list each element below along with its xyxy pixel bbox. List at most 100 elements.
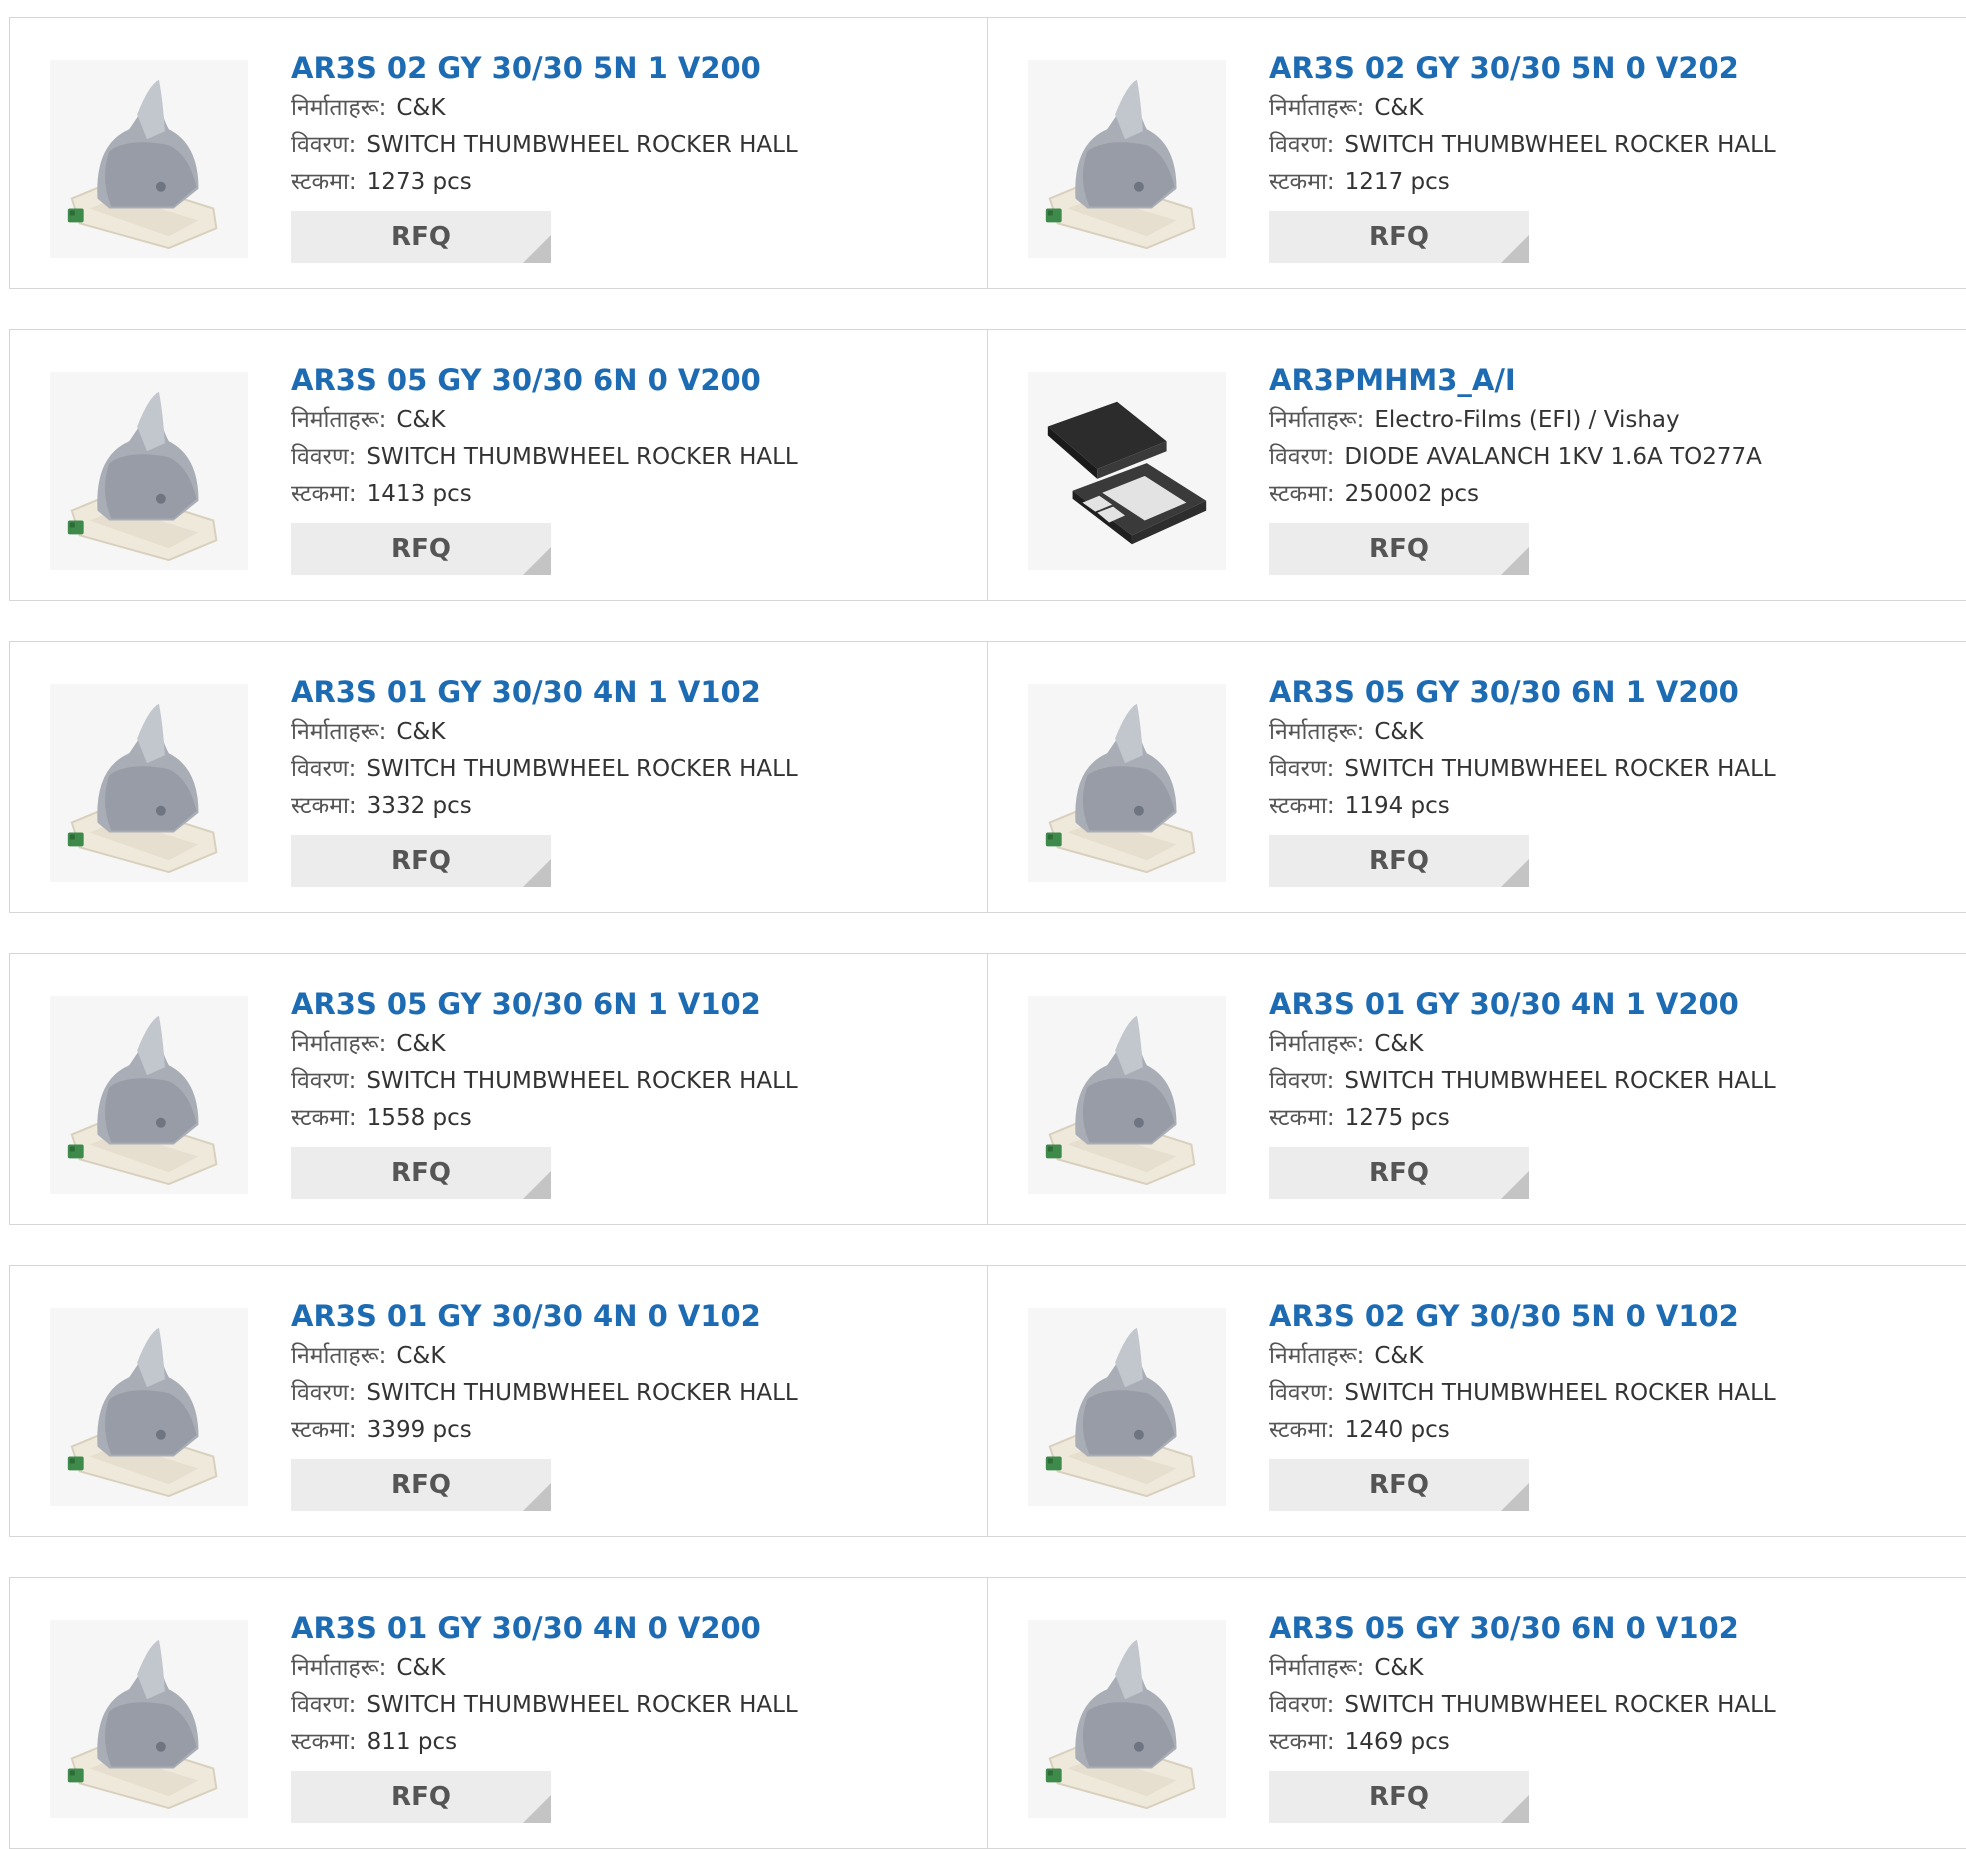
manufacturer-value: C&K xyxy=(1374,95,1424,121)
description-label: विवरण: xyxy=(1269,756,1335,782)
product-name-link[interactable]: AR3S 02 GY 30/30 5N 1 V200 xyxy=(291,46,951,90)
product-image[interactable] xyxy=(50,372,248,570)
product-name-link[interactable]: AR3S 05 GY 30/30 6N 0 V102 xyxy=(1269,1606,1929,1650)
product-name-link[interactable]: AR3S 01 GY 30/30 4N 0 V102 xyxy=(291,1294,951,1338)
description-value: SWITCH THUMBWHEEL ROCKER HALL xyxy=(1344,1380,1776,1406)
rfq-button-label: RFQ xyxy=(1369,222,1429,252)
rocker-switch-icon xyxy=(50,60,248,258)
product-name-link[interactable]: AR3S 01 GY 30/30 4N 1 V102 xyxy=(291,670,951,714)
stock-label: स्टकमा: xyxy=(291,481,357,507)
rfq-button[interactable]: RFQ xyxy=(1269,523,1529,575)
description-line: विवरण: SWITCH THUMBWHEEL ROCKER HALL xyxy=(291,1375,951,1412)
product-image[interactable] xyxy=(50,60,248,258)
product-info: AR3S 05 GY 30/30 6N 1 V102 निर्माताहरू: C… xyxy=(291,982,951,1199)
manufacturer-label: निर्माताहरू: xyxy=(291,719,387,745)
product-name-link[interactable]: AR3PMHM3_A/I xyxy=(1269,358,1929,402)
rfq-button[interactable]: RFQ xyxy=(1269,1771,1529,1823)
product-info: AR3S 05 GY 30/30 6N 0 V102 निर्माताहरू: C… xyxy=(1269,1606,1929,1823)
manufacturer-line: निर्माताहरू: C&K xyxy=(1269,1338,1929,1375)
description-label: विवरण: xyxy=(291,132,357,158)
rfq-button[interactable]: RFQ xyxy=(291,835,551,887)
product-image[interactable] xyxy=(1028,1308,1226,1506)
product-image[interactable] xyxy=(1028,372,1226,570)
rfq-button-label: RFQ xyxy=(1369,1470,1429,1500)
rfq-button[interactable]: RFQ xyxy=(1269,1459,1529,1511)
rfq-button[interactable]: RFQ xyxy=(291,523,551,575)
product-name-link[interactable]: AR3S 01 GY 30/30 4N 0 V200 xyxy=(291,1606,951,1650)
manufacturer-line: निर्माताहरू: C&K xyxy=(291,714,951,751)
product-name-link[interactable]: AR3S 02 GY 30/30 5N 0 V202 xyxy=(1269,46,1929,90)
rfq-button[interactable]: RFQ xyxy=(291,1147,551,1199)
product-info: AR3PMHM3_A/I निर्माताहरू: Electro-Films (… xyxy=(1269,358,1929,575)
product-card: AR3S 05 GY 30/30 6N 1 V200 निर्माताहरू: C… xyxy=(988,642,1966,912)
description-line: विवरण: DIODE AVALANCH 1KV 1.6A TO277A xyxy=(1269,439,1929,476)
rfq-button-label: RFQ xyxy=(391,1470,451,1500)
stock-value: 1273 pcs xyxy=(366,169,472,195)
rfq-button-label: RFQ xyxy=(391,222,451,252)
rfq-button[interactable]: RFQ xyxy=(291,211,551,263)
manufacturer-label: निर्माताहरू: xyxy=(291,95,387,121)
corner-triangle-icon xyxy=(1501,1483,1529,1511)
product-info: AR3S 01 GY 30/30 4N 0 V102 निर्माताहरू: C… xyxy=(291,1294,951,1511)
rfq-button[interactable]: RFQ xyxy=(1269,1147,1529,1199)
stock-value: 3399 pcs xyxy=(366,1417,472,1443)
product-card: AR3S 02 GY 30/30 5N 0 V202 निर्माताहरू: C… xyxy=(988,18,1966,288)
stock-label: स्टकमा: xyxy=(291,1729,357,1755)
description-label: विवरण: xyxy=(291,1692,357,1718)
description-value: SWITCH THUMBWHEEL ROCKER HALL xyxy=(366,132,798,158)
stock-value: 811 pcs xyxy=(366,1729,458,1755)
product-image[interactable] xyxy=(50,684,248,882)
product-name-link[interactable]: AR3S 01 GY 30/30 4N 1 V200 xyxy=(1269,982,1929,1026)
product-name-link[interactable]: AR3S 05 GY 30/30 6N 1 V102 xyxy=(291,982,951,1026)
manufacturer-label: निर्माताहरू: xyxy=(1269,1031,1365,1057)
rfq-button[interactable]: RFQ xyxy=(1269,835,1529,887)
description-value: SWITCH THUMBWHEEL ROCKER HALL xyxy=(1344,756,1776,782)
manufacturer-label: निर्माताहरू: xyxy=(291,407,387,433)
rocker-switch-icon xyxy=(50,684,248,882)
rocker-switch-icon xyxy=(1028,684,1226,882)
product-image[interactable] xyxy=(1028,1620,1226,1818)
product-card: AR3S 01 GY 30/30 4N 0 V102 निर्माताहरू: C… xyxy=(10,1266,988,1536)
rocker-switch-icon xyxy=(1028,1620,1226,1818)
product-image[interactable] xyxy=(1028,60,1226,258)
description-label: विवरण: xyxy=(291,1068,357,1094)
stock-label: स्टकमा: xyxy=(1269,1105,1335,1131)
manufacturer-value: C&K xyxy=(1374,1031,1424,1057)
corner-triangle-icon xyxy=(1501,235,1529,263)
product-name-link[interactable]: AR3S 05 GY 30/30 6N 0 V200 xyxy=(291,358,951,402)
product-card: AR3PMHM3_A/I निर्माताहरू: Electro-Films (… xyxy=(988,330,1966,600)
stock-value: 250002 pcs xyxy=(1344,481,1480,507)
rfq-button[interactable]: RFQ xyxy=(1269,211,1529,263)
rfq-button[interactable]: RFQ xyxy=(291,1771,551,1823)
description-line: विवरण: SWITCH THUMBWHEEL ROCKER HALL xyxy=(1269,1375,1929,1412)
stock-value: 1558 pcs xyxy=(366,1105,472,1131)
corner-triangle-icon xyxy=(523,235,551,263)
description-line: विवरण: SWITCH THUMBWHEEL ROCKER HALL xyxy=(291,1687,951,1724)
stock-label: स्टकमा: xyxy=(291,169,357,195)
stock-label: स्टकमा: xyxy=(1269,169,1335,195)
product-image[interactable] xyxy=(1028,684,1226,882)
rocker-switch-icon xyxy=(50,1620,248,1818)
stock-line: स्टकमा: 1273 pcs xyxy=(291,164,951,201)
product-card: AR3S 02 GY 30/30 5N 0 V102 निर्माताहरू: C… xyxy=(988,1266,1966,1536)
description-label: विवरण: xyxy=(291,756,357,782)
product-image[interactable] xyxy=(50,1308,248,1506)
product-name-link[interactable]: AR3S 02 GY 30/30 5N 0 V102 xyxy=(1269,1294,1929,1338)
manufacturer-value: C&K xyxy=(1374,1655,1424,1681)
product-row: AR3S 01 GY 30/30 4N 0 V102 निर्माताहरू: C… xyxy=(9,1265,1966,1537)
product-info: AR3S 05 GY 30/30 6N 0 V200 निर्माताहरू: C… xyxy=(291,358,951,575)
description-line: विवरण: SWITCH THUMBWHEEL ROCKER HALL xyxy=(1269,127,1929,164)
product-image[interactable] xyxy=(50,996,248,1194)
product-card: AR3S 05 GY 30/30 6N 0 V200 निर्माताहरू: C… xyxy=(10,330,988,600)
product-name-link[interactable]: AR3S 05 GY 30/30 6N 1 V200 xyxy=(1269,670,1929,714)
stock-line: स्टकमा: 3399 pcs xyxy=(291,1412,951,1449)
product-image[interactable] xyxy=(1028,996,1226,1194)
stock-value: 1217 pcs xyxy=(1344,169,1450,195)
rfq-button[interactable]: RFQ xyxy=(291,1459,551,1511)
description-value: SWITCH THUMBWHEEL ROCKER HALL xyxy=(1344,132,1776,158)
stock-line: स्टकमा: 1275 pcs xyxy=(1269,1100,1929,1137)
manufacturer-label: निर्माताहरू: xyxy=(291,1655,387,1681)
product-card: AR3S 02 GY 30/30 5N 1 V200 निर्माताहरू: C… xyxy=(10,18,988,288)
product-image[interactable] xyxy=(50,1620,248,1818)
product-info: AR3S 02 GY 30/30 5N 0 V202 निर्माताहरू: C… xyxy=(1269,46,1929,263)
